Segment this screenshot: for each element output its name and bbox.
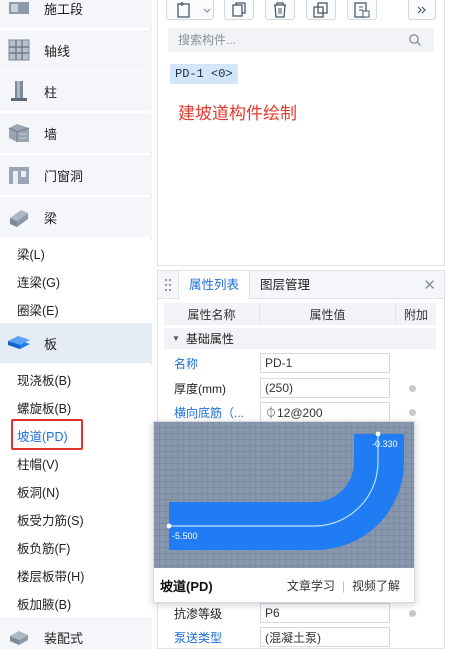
popup-links: 文章学习 | 视频了解 — [287, 577, 400, 594]
property-name: 泵送类型 — [174, 630, 223, 645]
import-component-button[interactable] — [347, 0, 377, 20]
sidebar-item-floor-slab-strip[interactable]: 楼层板带(H) — [0, 561, 152, 589]
prefab-icon — [6, 625, 32, 649]
category-label: 门窗洞 — [44, 168, 84, 184]
slab-icon — [6, 331, 32, 355]
property-name: 厚度(mm) — [174, 381, 226, 396]
ramp-preview-image: -0.330 -5.500 — [154, 422, 414, 568]
copy-component-button[interactable] — [224, 0, 254, 20]
duplicate-icon — [313, 1, 328, 18]
search-icon[interactable] — [408, 33, 422, 47]
link-divider: | — [341, 578, 345, 593]
grid-icon — [6, 38, 32, 62]
sidebar-item-coupling-beam[interactable]: 连梁(G) — [0, 267, 152, 295]
sidebar-item-slab-main-rebar[interactable]: 板受力筋(S) — [0, 505, 152, 533]
category-label: 柱 — [44, 84, 58, 100]
component-list-panel: PD-1 <0> 建坡道构件绘制 — [157, 0, 445, 266]
extra-checkbox[interactable] — [409, 609, 416, 617]
beam-icon — [6, 205, 32, 229]
ramp-preview-popup: -0.330 -5.500 坡道(PD) 文章学习 | 视频了解 — [153, 421, 415, 603]
property-value-field[interactable]: (250) — [260, 378, 390, 398]
video-learn-link[interactable]: 视频了解 — [352, 577, 400, 594]
sidebar-item-beam[interactable]: 梁(L) — [0, 239, 152, 267]
tab-layer-management[interactable]: 图层管理 — [250, 271, 320, 299]
import-icon — [354, 1, 370, 18]
wall-icon — [6, 121, 32, 145]
category-column[interactable]: 柱 — [0, 71, 152, 111]
property-group-basic[interactable]: ▼ 基础属性 — [164, 328, 436, 349]
column-header-value: 属性值 — [260, 303, 396, 325]
property-name: 横向底筋（... — [174, 405, 245, 420]
double-chevron-right-icon — [417, 6, 426, 13]
column-icon — [6, 79, 32, 103]
property-value-field[interactable]: PD-1 — [260, 353, 390, 373]
category-door-window[interactable]: 门窗洞 — [0, 155, 152, 195]
annotation-text: 建坡道构件绘制 — [178, 104, 297, 123]
drag-handle-icon[interactable] — [158, 271, 178, 299]
selection-highlight-box — [11, 419, 83, 450]
category-prefab[interactable]: 装配式 — [0, 617, 152, 649]
component-search-input[interactable] — [178, 33, 398, 47]
trash-icon — [274, 1, 286, 18]
extra-checkbox[interactable] — [409, 384, 416, 392]
delete-component-button[interactable] — [265, 0, 295, 20]
properties-tab-bar: 属性列表 图层管理 ✕ — [158, 270, 444, 299]
sidebar-item-slab-negative-rebar[interactable]: 板负筋(F) — [0, 533, 152, 561]
popup-title: 坡道(PD) — [160, 579, 213, 594]
category-slab[interactable]: 板 — [0, 323, 152, 363]
category-label: 轴线 — [44, 43, 71, 59]
category-label: 墙 — [44, 126, 58, 142]
column-header-extra: 附加 — [403, 307, 428, 322]
category-label: 装配式 — [44, 630, 84, 646]
extra-checkbox[interactable] — [409, 408, 416, 416]
property-row-pump-type: 泵送类型 (混凝土泵) — [164, 625, 436, 649]
property-value-field[interactable]: (混凝土泵) — [260, 627, 390, 647]
property-value-field[interactable]: P6 — [260, 603, 390, 623]
new-file-icon — [177, 1, 211, 18]
property-table-header: 属性名称 属性值 附加 — [164, 303, 436, 325]
collapse-triangle-icon: ▼ — [172, 334, 180, 343]
category-label: 板 — [44, 336, 58, 352]
category-label: 梁 — [44, 210, 58, 226]
property-row-name: 名称 PD-1 — [164, 351, 436, 375]
component-type-sidebar: 施工段 轴线 柱 墙 门窗洞 梁 梁(L) 连梁(G) 圈梁(E) 板 现浇板(… — [0, 0, 152, 649]
elevation-label-bottom: -5.500 — [172, 531, 198, 541]
property-value-field[interactable]: ⏀12@200 — [260, 402, 390, 422]
column-header-name: 属性名称 — [164, 303, 260, 325]
new-component-button[interactable] — [166, 0, 214, 20]
category-label: 施工段 — [44, 1, 84, 17]
more-tools-button[interactable] — [408, 0, 436, 20]
property-name: 名称 — [174, 356, 199, 371]
property-row-impermeability: 抗渗等级 P6 — [164, 601, 436, 625]
category-beam[interactable]: 梁 — [0, 197, 152, 237]
property-row-thickness: 厚度(mm) (250) — [164, 376, 436, 400]
component-item-pd-1[interactable]: PD-1 <0> — [170, 64, 238, 84]
property-name: 抗渗等级 — [174, 606, 223, 621]
close-icon[interactable]: ✕ — [423, 276, 436, 294]
sidebar-item-column-cap[interactable]: 柱帽(V) — [0, 449, 152, 477]
sidebar-item-ring-beam[interactable]: 圈梁(E) — [0, 295, 152, 323]
property-group-label: 基础属性 — [185, 332, 234, 346]
layer-copy-button[interactable] — [306, 0, 336, 20]
article-learn-link[interactable]: 文章学习 — [287, 577, 335, 594]
tab-property-list[interactable]: 属性列表 — [178, 270, 251, 299]
door-window-icon — [6, 163, 32, 187]
category-construction-stage[interactable]: 施工段 — [0, 0, 152, 28]
sidebar-item-cast-slab[interactable]: 现浇板(B) — [0, 365, 152, 393]
sidebar-item-slab-haunch[interactable]: 板加腋(B) — [0, 589, 152, 617]
sidebar-item-slab-hole[interactable]: 板洞(N) — [0, 477, 152, 505]
elevation-label-top: -0.330 — [372, 439, 398, 449]
component-search-box — [168, 28, 434, 52]
stage-icon — [6, 0, 32, 20]
category-wall[interactable]: 墙 — [0, 113, 152, 153]
category-axis[interactable]: 轴线 — [0, 30, 152, 70]
copy-icon — [232, 1, 246, 17]
sidebar-item-spiral-slab[interactable]: 螺旋板(B) — [0, 393, 152, 421]
